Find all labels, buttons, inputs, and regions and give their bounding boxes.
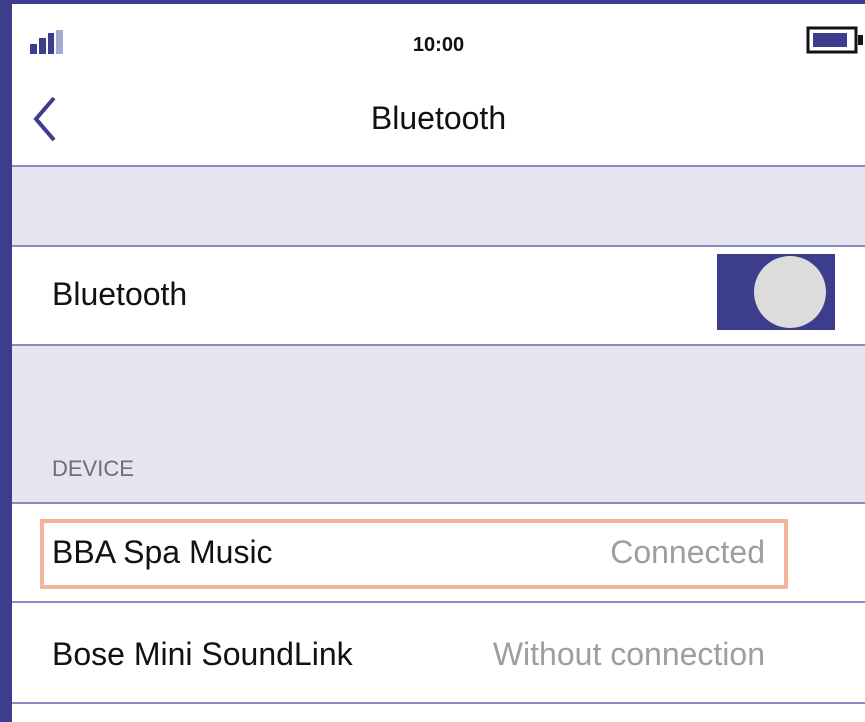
phone-screen: 10:00 Bluetooth Bluetooth DEVICE BBA Spa… [0,0,865,722]
device-section-header: DEVICE [52,456,134,481]
bluetooth-toggle-label: Bluetooth [52,276,188,312]
section-spacer [12,167,865,245]
device-name: BBA Spa Music [52,534,273,570]
toggle-knob [754,256,826,328]
divider [12,702,865,704]
status-time: 10:00 [412,34,465,56]
device-status: Connected [610,534,765,570]
battery-icon [806,26,865,59]
divider [12,601,865,603]
divider [12,502,865,504]
navigation-bar: Bluetooth [12,78,865,168]
divider [12,245,865,247]
device-name: Bose Mini SoundLink [52,636,353,672]
page-title: Bluetooth [370,100,507,136]
bluetooth-toggle-switch[interactable] [717,254,835,330]
status-bar: 10:00 [12,4,865,78]
device-section-background [12,346,865,502]
device-status: Without connection [492,636,765,672]
